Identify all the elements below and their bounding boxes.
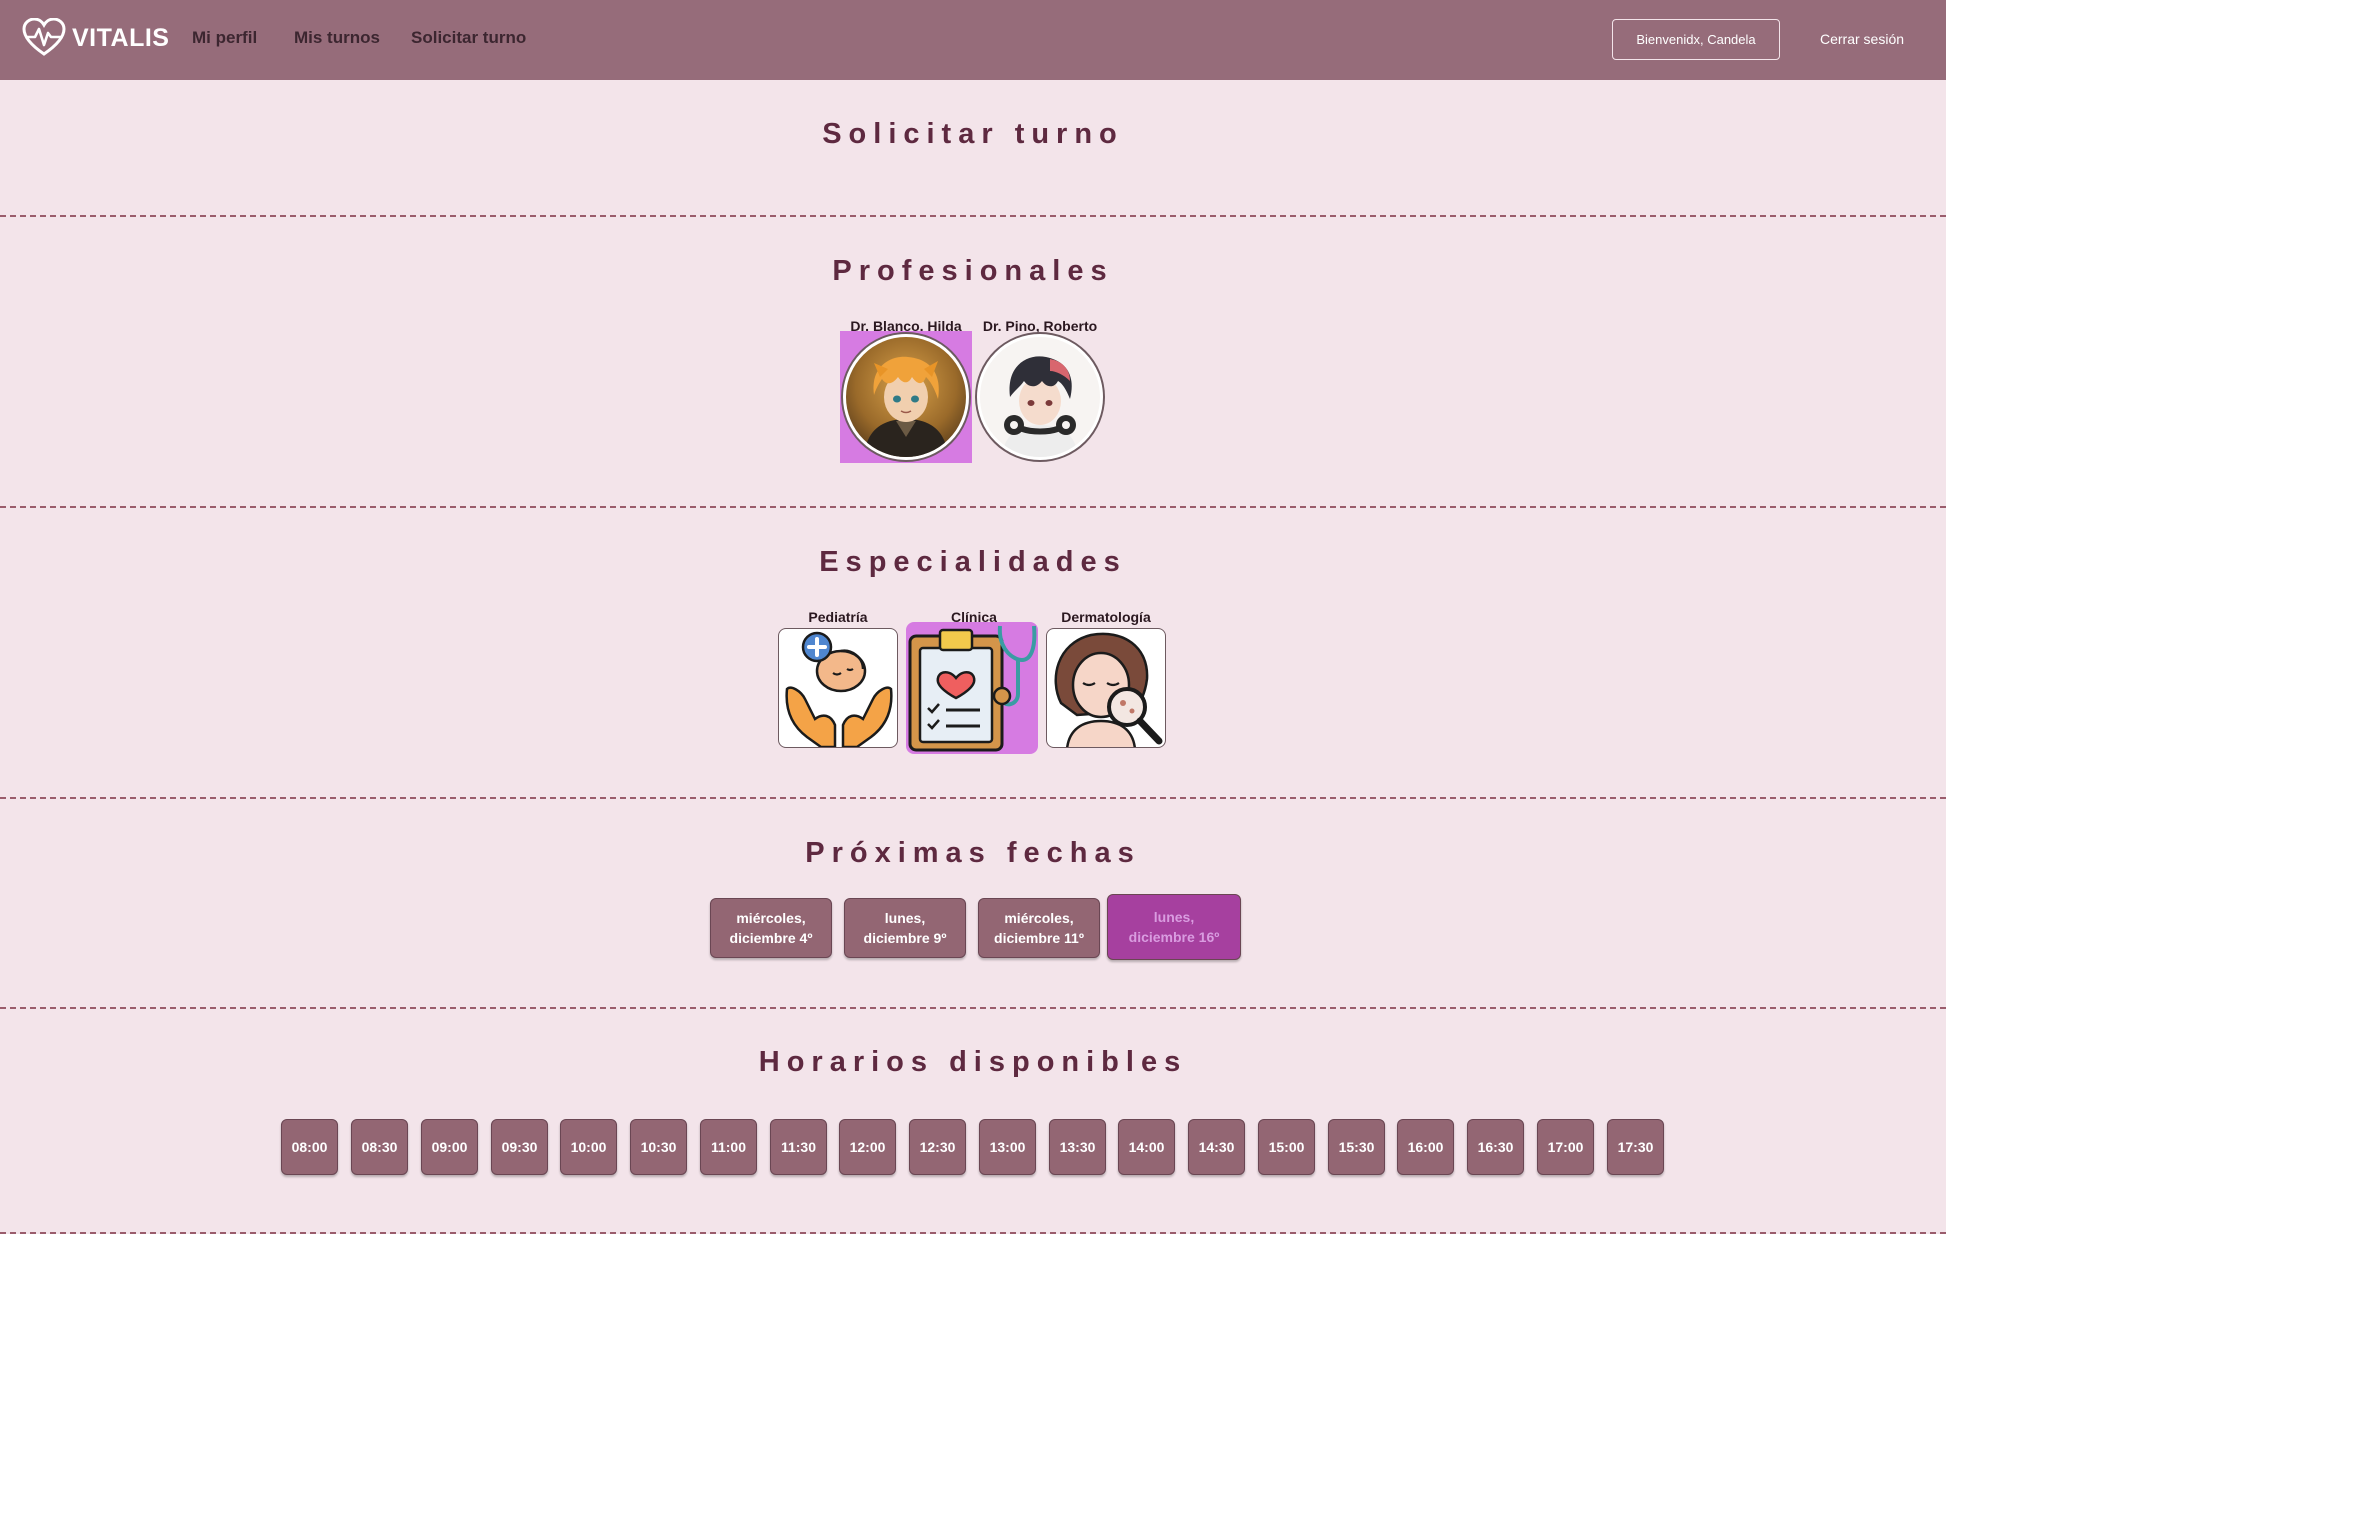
date-label: miércoles, diciembre 4º <box>729 910 813 946</box>
face-magnifier-icon <box>1054 632 1163 747</box>
time-slot-button[interactable]: 15:00 <box>1258 1119 1315 1175</box>
specialties-heading: Especialidades <box>819 546 1127 578</box>
nav-link-solicitar-turno[interactable]: Solicitar turno <box>411 28 526 48</box>
page-title: Solicitar turno <box>822 118 1124 150</box>
specialty-card-dermatologia[interactable] <box>1046 628 1166 748</box>
specialty-card-pediatria[interactable] <box>778 628 898 748</box>
logout-link[interactable]: Cerrar sesión <box>1820 31 1904 47</box>
divider <box>0 1232 1946 1234</box>
date-button-dec-11[interactable]: miércoles, diciembre 11º <box>978 898 1100 958</box>
heart-pulse-icon <box>22 18 66 56</box>
professional-card-blanco-hilda[interactable] <box>840 331 972 463</box>
time-slot-button[interactable]: 11:30 <box>770 1119 827 1175</box>
divider <box>0 506 1946 508</box>
divider <box>0 1007 1946 1009</box>
time-slot-button[interactable]: 13:30 <box>1049 1119 1106 1175</box>
nav-link-mi-perfil[interactable]: Mi perfil <box>192 28 257 48</box>
time-slot-button[interactable]: 12:30 <box>909 1119 966 1175</box>
welcome-button[interactable]: Bienvenidx, Candela <box>1612 19 1780 60</box>
date-label: lunes, diciembre 16º <box>1128 909 1220 945</box>
divider <box>0 797 1946 799</box>
date-button-dec-9[interactable]: lunes, diciembre 9º <box>844 898 966 958</box>
time-slot-button[interactable]: 10:00 <box>560 1119 617 1175</box>
specialty-name-label: Dermatología <box>1061 609 1151 625</box>
headphones-avatar <box>977 334 1103 460</box>
time-slot-button[interactable]: 08:30 <box>351 1119 408 1175</box>
time-slot-button[interactable]: 09:30 <box>491 1119 548 1175</box>
brand-logo[interactable]: VITALIS <box>22 18 169 58</box>
time-slot-button[interactable]: 12:00 <box>839 1119 896 1175</box>
divider <box>0 215 1946 217</box>
professionals-heading: Profesionales <box>832 255 1114 287</box>
professional-card-pino-roberto[interactable] <box>974 331 1106 463</box>
specialty-name-label: Pediatría <box>808 609 868 625</box>
clipboard-stethoscope-icon <box>908 625 1037 752</box>
time-slot-button[interactable]: 08:00 <box>281 1119 338 1175</box>
dates-heading: Próximas fechas <box>805 837 1141 869</box>
time-slot-button[interactable]: 17:00 <box>1537 1119 1594 1175</box>
orange-haired-avatar <box>843 334 969 460</box>
date-label: lunes, diciembre 9º <box>863 910 947 946</box>
time-slot-button[interactable]: 15:30 <box>1328 1119 1385 1175</box>
time-slot-button[interactable]: 13:00 <box>979 1119 1036 1175</box>
specialty-card-clinica[interactable] <box>906 622 1038 754</box>
time-slot-button[interactable]: 09:00 <box>421 1119 478 1175</box>
date-label: miércoles, diciembre 11º <box>994 910 1084 946</box>
time-slot-button[interactable]: 11:00 <box>700 1119 757 1175</box>
nav-link-mis-turnos[interactable]: Mis turnos <box>294 28 380 48</box>
time-slot-button[interactable]: 16:30 <box>1467 1119 1524 1175</box>
time-slot-button[interactable]: 17:30 <box>1607 1119 1664 1175</box>
times-heading: Horarios disponibles <box>758 1046 1188 1078</box>
app: VITALIS Mi perfil Mis turnos Solicitar t… <box>0 0 1946 1234</box>
brand-name: VITALIS <box>72 23 170 52</box>
baby-in-hands-icon <box>785 631 893 747</box>
time-slot-button[interactable]: 10:30 <box>630 1119 687 1175</box>
date-button-dec-4[interactable]: miércoles, diciembre 4º <box>710 898 832 958</box>
time-slot-button[interactable]: 14:30 <box>1188 1119 1245 1175</box>
time-slot-button[interactable]: 14:00 <box>1118 1119 1175 1175</box>
navbar: VITALIS Mi perfil Mis turnos Solicitar t… <box>0 0 1946 80</box>
time-slot-button[interactable]: 16:00 <box>1397 1119 1454 1175</box>
date-button-dec-16[interactable]: lunes, diciembre 16º <box>1107 894 1241 960</box>
